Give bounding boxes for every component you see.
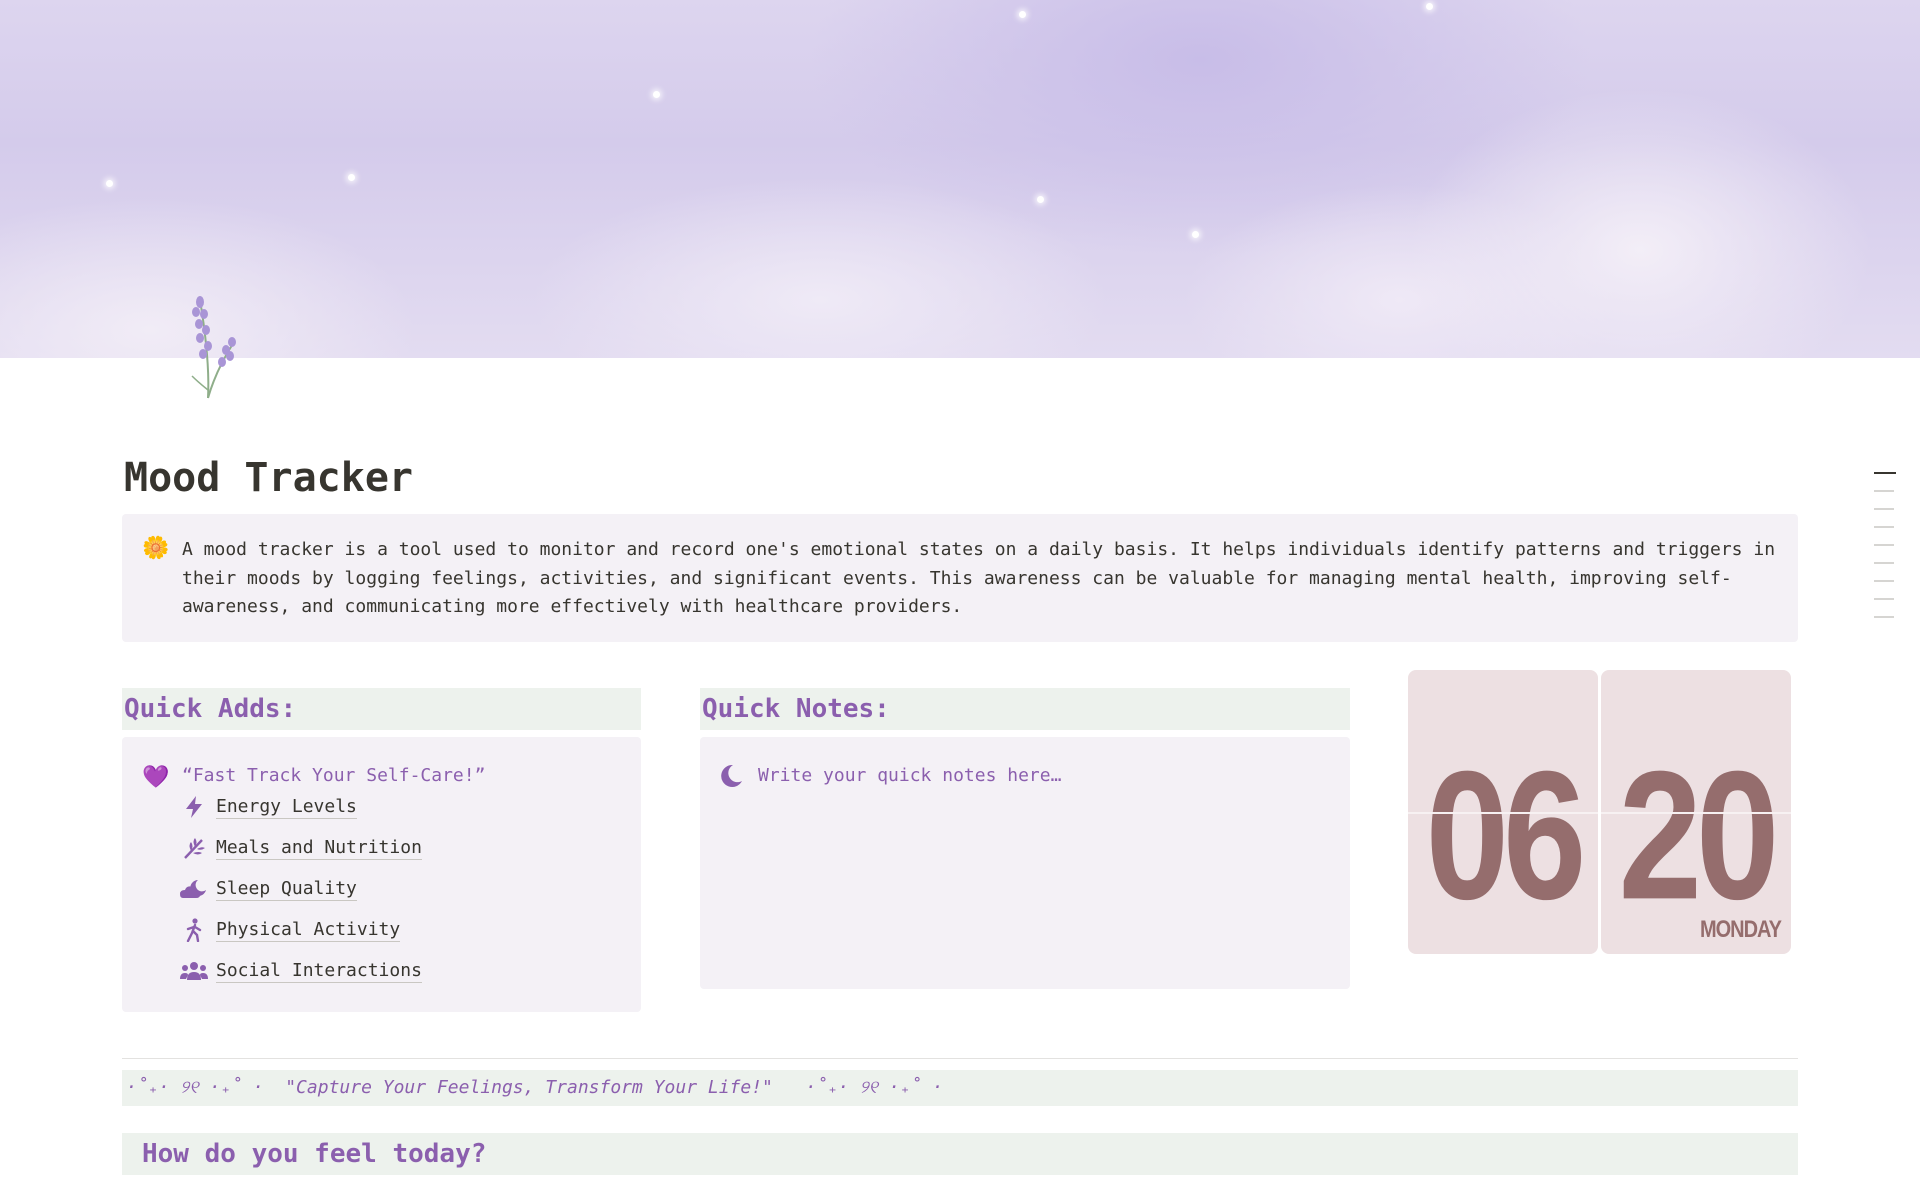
clock-day: MONDAY	[1699, 916, 1782, 944]
page-title[interactable]: Mood Tracker	[124, 455, 413, 501]
quick-notes-placeholder[interactable]: Write your quick notes here…	[758, 765, 1061, 786]
clock-minute: 20	[1618, 732, 1780, 938]
quick-add-label[interactable]: Energy Levels	[216, 796, 357, 819]
cover-image	[0, 0, 1920, 358]
toc-line[interactable]	[1874, 544, 1894, 546]
quick-add-label[interactable]: Meals and Nutrition	[216, 837, 422, 860]
divider	[122, 1058, 1798, 1059]
quick-notes-panel[interactable]: Write your quick notes here…	[700, 737, 1350, 989]
clock-divider	[1408, 812, 1598, 814]
walking-person-icon	[180, 916, 208, 944]
clock-hour: 06	[1425, 732, 1587, 938]
star	[1037, 196, 1044, 203]
moon-cloud-icon	[180, 875, 208, 903]
clock-hour-card: 06	[1408, 670, 1598, 954]
quick-add-social-interactions[interactable]: Social Interactions	[180, 956, 422, 986]
toc-line[interactable]	[1874, 598, 1894, 600]
purple-heart-icon: 💜	[142, 765, 170, 790]
toc-line[interactable]	[1874, 490, 1894, 492]
quote-banner[interactable]: ·˚₊· ୨୧ ·₊˚ · "Capture Your Feelings, Tr…	[122, 1070, 1798, 1106]
toc-line[interactable]	[1874, 580, 1894, 582]
moon-icon	[721, 764, 742, 787]
star	[348, 174, 355, 181]
quick-add-sleep-quality[interactable]: Sleep Quality	[180, 874, 357, 904]
toc-line[interactable]	[1874, 472, 1896, 474]
quick-add-label[interactable]: Social Interactions	[216, 960, 422, 983]
clock-divider	[1601, 812, 1791, 814]
callout-text[interactable]: A mood tracker is a tool used to monitor…	[182, 536, 1782, 622]
table-of-contents-outline[interactable]	[1874, 472, 1896, 634]
toc-line[interactable]	[1874, 562, 1894, 564]
star	[1192, 231, 1199, 238]
star	[1426, 3, 1433, 10]
toc-line[interactable]	[1874, 526, 1894, 528]
star	[106, 180, 113, 187]
quick-add-label[interactable]: Physical Activity	[216, 919, 401, 942]
toc-line[interactable]	[1874, 616, 1894, 618]
quick-adds-heading[interactable]: Quick Adds:	[122, 688, 641, 730]
sunflower-icon: 🌼	[142, 536, 170, 561]
clock-minute-card: 20 MONDAY	[1601, 670, 1791, 954]
star	[653, 91, 660, 98]
toc-line[interactable]	[1874, 508, 1894, 510]
feel-today-heading[interactable]: How do you feel today?	[122, 1133, 1798, 1175]
quick-add-label[interactable]: Sleep Quality	[216, 878, 357, 901]
leaf-icon	[180, 834, 208, 862]
star	[1019, 11, 1026, 18]
quick-add-energy-levels[interactable]: Energy Levels	[180, 792, 357, 822]
quick-adds-quote: “Fast Track Your Self-Care!”	[182, 765, 486, 786]
people-group-icon	[180, 957, 208, 985]
description-callout: 🌼 A mood tracker is a tool used to monit…	[122, 514, 1798, 642]
lightning-icon	[180, 793, 208, 821]
quick-add-physical-activity[interactable]: Physical Activity	[180, 915, 401, 945]
quick-add-meals-nutrition[interactable]: Meals and Nutrition	[180, 833, 422, 863]
quick-notes-heading[interactable]: Quick Notes:	[700, 688, 1350, 730]
lavender-sprig-icon[interactable]	[186, 290, 246, 400]
quick-adds-panel: 💜 “Fast Track Your Self-Care!” Energy Le…	[122, 737, 641, 1012]
